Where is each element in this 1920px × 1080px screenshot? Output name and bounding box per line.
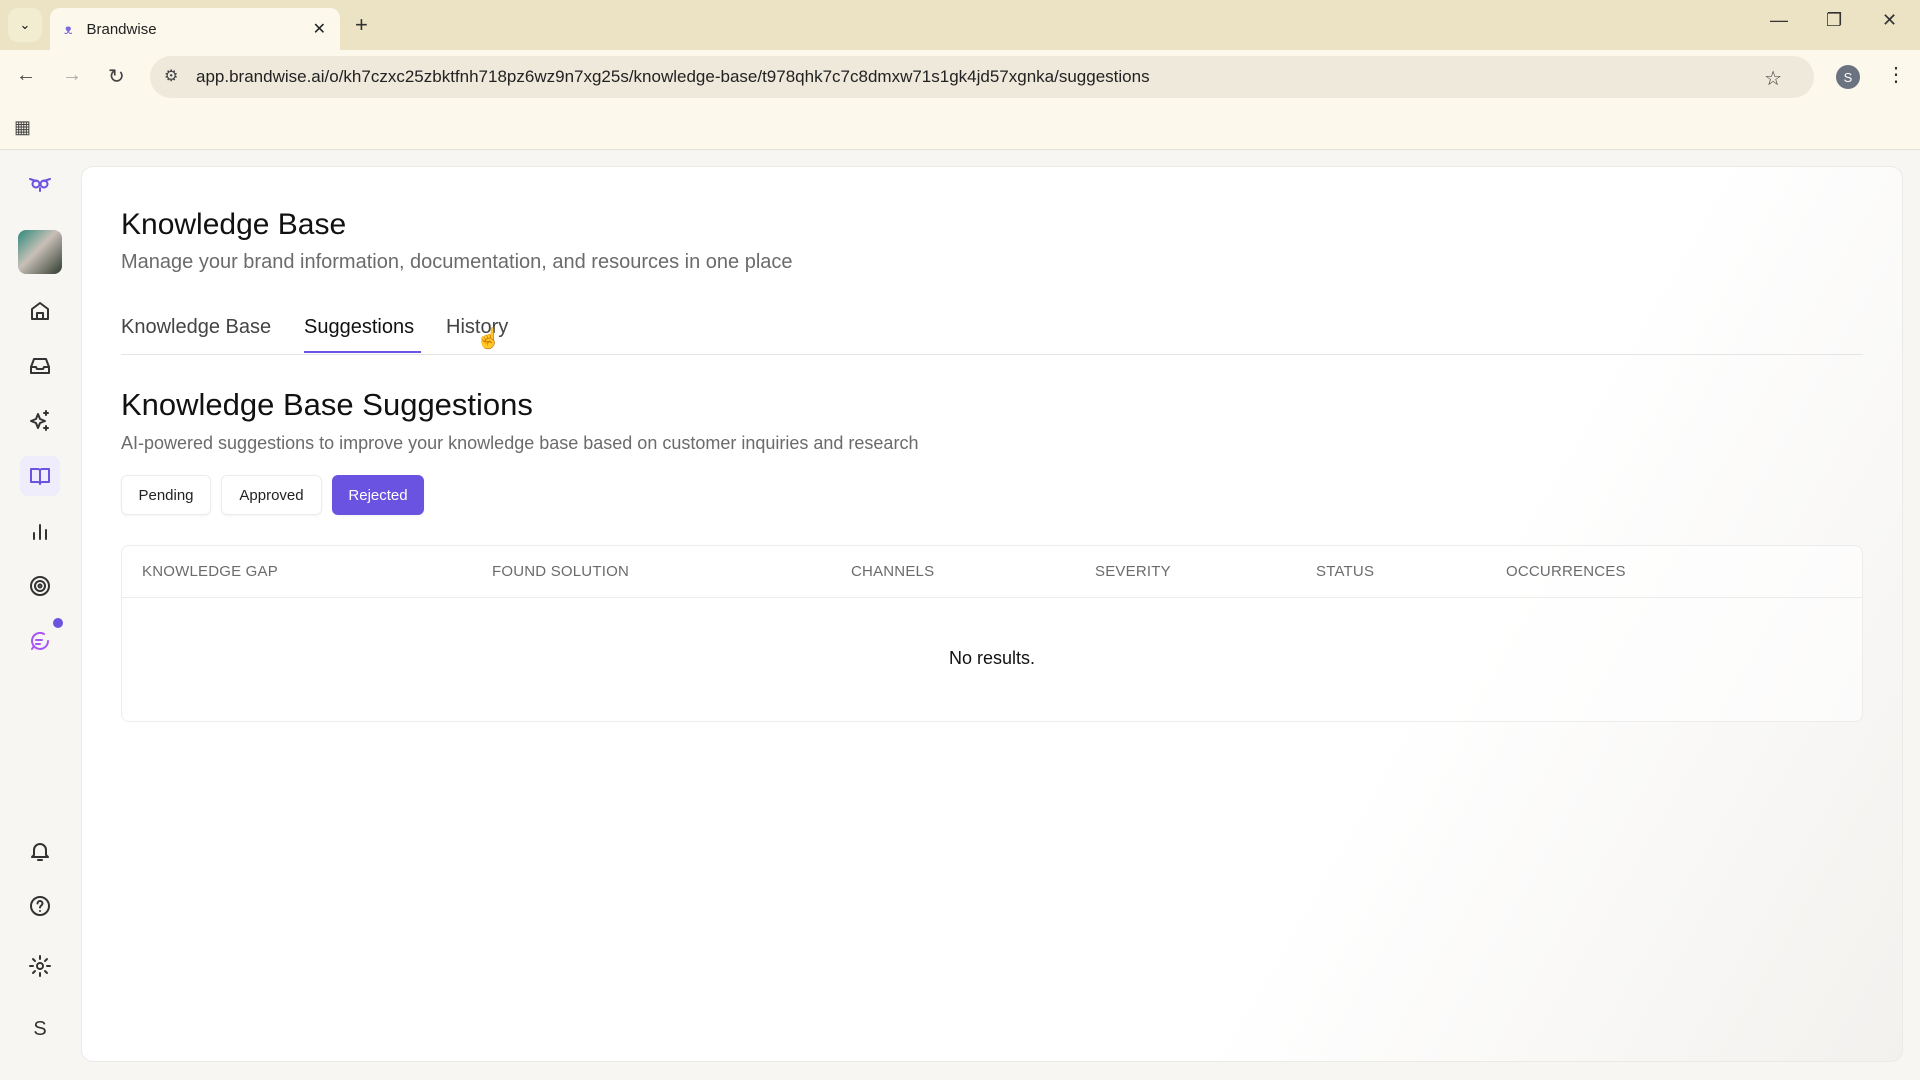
knowledge-base-book-icon[interactable]: [20, 456, 60, 496]
empty-state: No results.: [122, 648, 1862, 669]
active-tab-indicator: [304, 351, 421, 353]
workspace-avatar[interactable]: [18, 230, 62, 274]
sidebar: [0, 150, 80, 1080]
browser-menu-icon[interactable]: ⋮: [1886, 62, 1906, 87]
suggestions-description: AI-powered suggestions to improve your k…: [121, 433, 918, 454]
tab-title: Brandwise: [87, 21, 157, 38]
table-header: KNOWLEDGE GAP FOUND SOLUTION CHANNELS SE…: [122, 546, 1862, 598]
close-window-button[interactable]: ✕: [1882, 10, 1897, 31]
analytics-chart-icon[interactable]: [20, 511, 60, 551]
bookmarks-bar: ▦: [0, 107, 1920, 150]
page-title: Knowledge Base: [121, 208, 346, 242]
settings-gear-icon[interactable]: [20, 946, 60, 986]
url-text: app.brandwise.ai/o/kh7czxc25zbktfnh718pz…: [196, 67, 1150, 87]
minimize-button[interactable]: —: [1770, 10, 1788, 31]
back-button[interactable]: ←: [16, 64, 36, 87]
chevron-down-icon: ⌄: [20, 17, 31, 33]
filter-pending-button[interactable]: Pending: [121, 475, 211, 515]
site-info-icon[interactable]: ⚙: [164, 66, 178, 86]
forward-button[interactable]: →: [62, 64, 82, 87]
tabs-divider: [121, 354, 1863, 355]
help-icon[interactable]: [20, 886, 60, 926]
inbox-icon[interactable]: [20, 346, 60, 386]
filter-rejected-button[interactable]: Rejected: [332, 475, 424, 515]
tab-search-button[interactable]: ⌄: [8, 8, 42, 42]
bell-icon[interactable]: [20, 831, 60, 871]
browser-tab[interactable]: ᴥ Brandwise ✕: [50, 8, 340, 50]
notification-dot: [53, 618, 63, 628]
column-channels[interactable]: CHANNELS: [851, 563, 934, 580]
tab-knowledge-base[interactable]: Knowledge Base: [121, 316, 271, 339]
close-tab-icon[interactable]: ✕: [313, 19, 326, 39]
new-tab-button[interactable]: +: [355, 12, 368, 38]
tab-strip: ⌄ ᴥ Brandwise ✕ + — ❐ ✕: [0, 0, 1920, 50]
tab-suggestions[interactable]: Suggestions: [304, 316, 414, 339]
hand-cursor-icon: ☝: [476, 326, 501, 351]
user-avatar[interactable]: S: [20, 1009, 60, 1049]
column-status[interactable]: STATUS: [1316, 563, 1374, 580]
owl-favicon-icon: ᴥ: [64, 21, 73, 37]
target-icon[interactable]: [20, 566, 60, 606]
profile-avatar[interactable]: S: [1836, 65, 1860, 89]
filter-approved-button[interactable]: Approved: [221, 475, 322, 515]
restore-button[interactable]: ❐: [1826, 10, 1842, 31]
brandwise-logo-icon[interactable]: [20, 165, 60, 205]
bookmark-star-icon[interactable]: ☆: [1764, 66, 1782, 91]
sparkles-icon[interactable]: [20, 401, 60, 441]
column-occurrences[interactable]: OCCURRENCES: [1506, 563, 1626, 580]
column-severity[interactable]: SEVERITY: [1095, 563, 1171, 580]
apps-grid-icon[interactable]: ▦: [14, 117, 31, 138]
column-knowledge-gap[interactable]: KNOWLEDGE GAP: [142, 563, 278, 580]
browser-toolbar: ← → ↻ ⚙ app.brandwise.ai/o/kh7czxc25zbkt…: [0, 50, 1920, 107]
column-found-solution[interactable]: FOUND SOLUTION: [492, 563, 629, 580]
home-icon[interactable]: [20, 291, 60, 331]
suggestions-table: KNOWLEDGE GAP FOUND SOLUTION CHANNELS SE…: [121, 545, 1863, 722]
reload-button[interactable]: ↻: [108, 64, 125, 89]
address-bar[interactable]: ⚙ app.brandwise.ai/o/kh7czxc25zbktfnh718…: [150, 56, 1814, 98]
suggestions-title: Knowledge Base Suggestions: [121, 387, 533, 423]
page-subtitle: Manage your brand information, documenta…: [121, 251, 793, 274]
